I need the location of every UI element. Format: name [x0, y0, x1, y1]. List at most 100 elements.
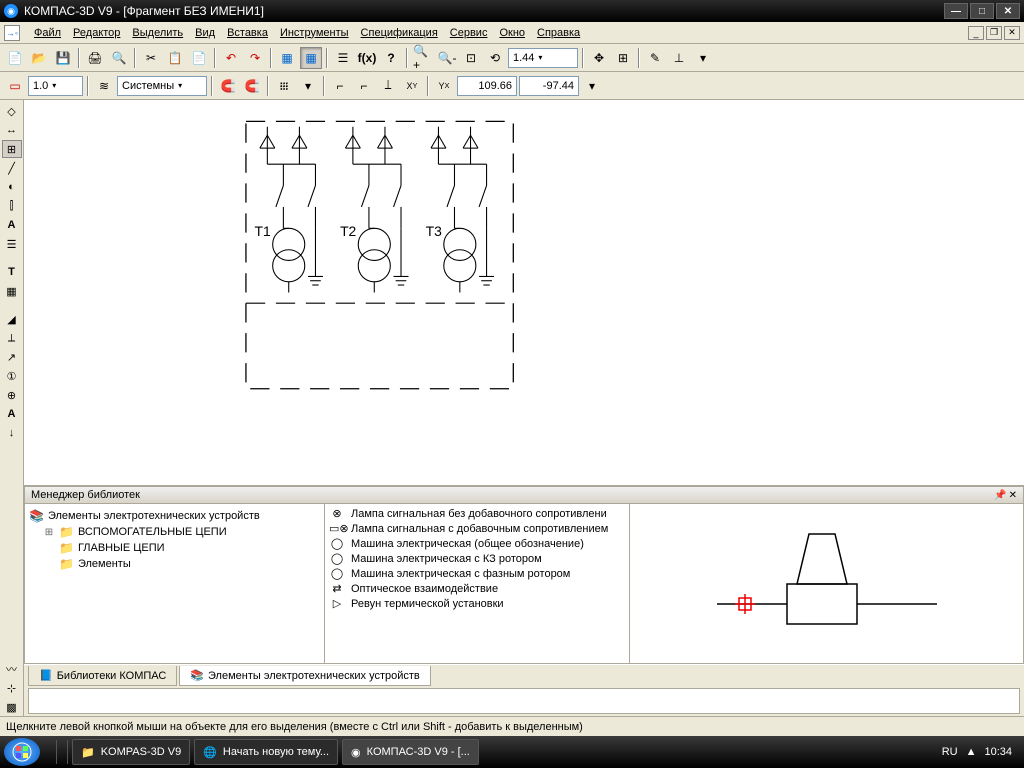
- grid-button[interactable]: ▦: [300, 47, 322, 69]
- paste-button[interactable]: 📄: [188, 47, 210, 69]
- snap-end-button[interactable]: 🧲: [217, 75, 239, 97]
- cut-button[interactable]: ✂: [140, 47, 162, 69]
- zoom-in-button[interactable]: 🔍+: [412, 47, 434, 69]
- grid-toggle-button[interactable]: ᎒᎒᎒: [273, 75, 295, 97]
- redo-button[interactable]: ↷: [244, 47, 266, 69]
- ortho-toggle-button[interactable]: ⌐: [353, 75, 375, 97]
- measure-tool[interactable]: A: [2, 216, 22, 234]
- hatch-button[interactable]: ▦: [276, 47, 298, 69]
- minimize-button[interactable]: —: [944, 3, 968, 19]
- tree-node-aux[interactable]: ⊞📁ВСПОМОГАТЕЛЬНЫЕ ЦЕПИ: [43, 524, 320, 540]
- menu-file[interactable]: Файл: [28, 25, 67, 41]
- menu-spec[interactable]: Спецификация: [355, 25, 444, 41]
- command-line[interactable]: [28, 688, 1020, 714]
- dropdown-icon[interactable]: ▾: [692, 47, 714, 69]
- linestyle-combo[interactable]: Системны▾: [117, 76, 207, 96]
- task-item-kompas[interactable]: ◉КОМПАС-3D V9 - [...: [342, 739, 479, 765]
- menu-view[interactable]: Вид: [189, 25, 221, 41]
- pin-icon[interactable]: 📌: [994, 490, 1006, 501]
- menu-editor[interactable]: Редактор: [67, 25, 126, 41]
- center-tool[interactable]: ⊹: [2, 679, 22, 697]
- menu-help[interactable]: Справка: [531, 25, 586, 41]
- edit-tool[interactable]: ◐: [2, 178, 22, 196]
- coord-y-field[interactable]: -97.44: [519, 76, 579, 96]
- round-button[interactable]: ⟘: [377, 75, 399, 97]
- doc-type-icon[interactable]: →◦: [4, 25, 20, 41]
- list-item[interactable]: ◯Машина электрическая с фазным ротором: [327, 566, 627, 581]
- xy-button[interactable]: XY: [401, 75, 423, 97]
- menu-select[interactable]: Выделить: [126, 25, 189, 41]
- hatch-tool[interactable]: ▩: [2, 698, 22, 716]
- task-item-folder[interactable]: 📁KOMPAS-3D V9: [72, 739, 190, 765]
- drawing-canvas[interactable]: T1: [24, 100, 1024, 486]
- zoom-out-button[interactable]: 🔍-: [436, 47, 458, 69]
- line-tool[interactable]: ╱: [2, 159, 22, 177]
- tree-node-main[interactable]: 📁ГЛАВНЫЕ ЦЕПИ: [43, 540, 320, 556]
- list-item[interactable]: ⊗Лампа сигнальная без добавочного сопрот…: [327, 506, 627, 521]
- tray-icon[interactable]: ▲: [966, 746, 977, 758]
- mdi-minimize-button[interactable]: _: [968, 26, 984, 40]
- tree-root[interactable]: 📚 Элементы электротехнических устройств: [29, 508, 320, 524]
- menu-insert[interactable]: Вставка: [221, 25, 274, 41]
- geometry-tool[interactable]: ◇: [2, 102, 22, 120]
- list-item[interactable]: ▷Ревун термической установки: [327, 596, 627, 611]
- wave-tool[interactable]: 〰: [2, 660, 22, 678]
- layers-button[interactable]: ▭: [4, 75, 26, 97]
- mark-tool[interactable]: A: [2, 405, 22, 423]
- help-context-button[interactable]: ?: [380, 47, 402, 69]
- scale-combo[interactable]: 1.0▾: [28, 76, 83, 96]
- vars-button[interactable]: f(x): [356, 47, 378, 69]
- arrow-tool[interactable]: ↓: [2, 424, 22, 442]
- snap-mid-button[interactable]: 🧲: [241, 75, 263, 97]
- undo-button[interactable]: ↶: [220, 47, 242, 69]
- new-button[interactable]: 📄: [4, 47, 26, 69]
- tab-elements[interactable]: 📚Элементы электротехнических устройств: [179, 666, 430, 686]
- menu-window[interactable]: Окно: [493, 25, 531, 41]
- table-tool[interactable]: ▦: [2, 282, 22, 300]
- grid-dropdown-icon[interactable]: ▾: [297, 75, 319, 97]
- maximize-button[interactable]: □: [970, 3, 994, 19]
- spec-tool[interactable]: ☰: [2, 235, 22, 253]
- dim-tool[interactable]: ↔: [2, 121, 22, 139]
- close-button[interactable]: ✕: [996, 3, 1020, 19]
- expand-icon[interactable]: ⊞: [43, 526, 55, 538]
- coord-dropdown-icon[interactable]: ▾: [581, 75, 603, 97]
- preview-button[interactable]: 🔍: [108, 47, 130, 69]
- copy-button[interactable]: 📋: [164, 47, 186, 69]
- properties-button[interactable]: ☰: [332, 47, 354, 69]
- tab-libraries[interactable]: 📘Библиотеки КОМПАС: [28, 666, 177, 686]
- library-list[interactable]: ⊗Лампа сигнальная без добавочного сопрот…: [325, 504, 630, 663]
- zoom-combo[interactable]: 1.44▾: [508, 48, 578, 68]
- zoom-window-button[interactable]: ⊡: [460, 47, 482, 69]
- rough-tool[interactable]: ◢: [2, 310, 22, 328]
- menu-service[interactable]: Сервис: [444, 25, 494, 41]
- zoom-fit-button[interactable]: ⊞: [612, 47, 634, 69]
- zoom-prev-button[interactable]: ⟲: [484, 47, 506, 69]
- task-item-browser[interactable]: 🌐Начать новую тему...: [194, 739, 338, 765]
- redraw-button[interactable]: ✎: [644, 47, 666, 69]
- print-button[interactable]: 🖨: [84, 47, 106, 69]
- list-item[interactable]: ◯Машина электрическая с КЗ ротором: [327, 551, 627, 566]
- save-button[interactable]: 💾: [52, 47, 74, 69]
- lcs-button[interactable]: ⌐: [329, 75, 351, 97]
- text-tool[interactable]: Т: [2, 263, 22, 281]
- list-item[interactable]: ◯Машина электрическая (общее обозначение…: [327, 536, 627, 551]
- menu-tools[interactable]: Инструменты: [274, 25, 355, 41]
- coord-x-field[interactable]: 109.66: [457, 76, 517, 96]
- mdi-close-button[interactable]: ✕: [1004, 26, 1020, 40]
- pan-button[interactable]: ✥: [588, 47, 610, 69]
- lang-indicator[interactable]: RU: [942, 746, 958, 758]
- leader-tool[interactable]: ↗: [2, 348, 22, 366]
- clock[interactable]: 10:34: [984, 746, 1012, 758]
- tol-tool[interactable]: ⊕: [2, 386, 22, 404]
- open-button[interactable]: 📂: [28, 47, 50, 69]
- pos-tool[interactable]: ①: [2, 367, 22, 385]
- list-item[interactable]: ▭⊗Лампа сигнальная с добавочным сопротив…: [327, 521, 627, 536]
- start-button[interactable]: [4, 738, 40, 766]
- mdi-restore-button[interactable]: ❐: [986, 26, 1002, 40]
- list-item[interactable]: ⇄Оптическое взаимодействие: [327, 581, 627, 596]
- tree-node-elements[interactable]: 📁Элементы: [43, 556, 320, 572]
- library-tree[interactable]: 📚 Элементы электротехнических устройств …: [25, 504, 325, 663]
- symbols-tool[interactable]: ⊞: [2, 140, 22, 158]
- ortho-button[interactable]: ⊥: [668, 47, 690, 69]
